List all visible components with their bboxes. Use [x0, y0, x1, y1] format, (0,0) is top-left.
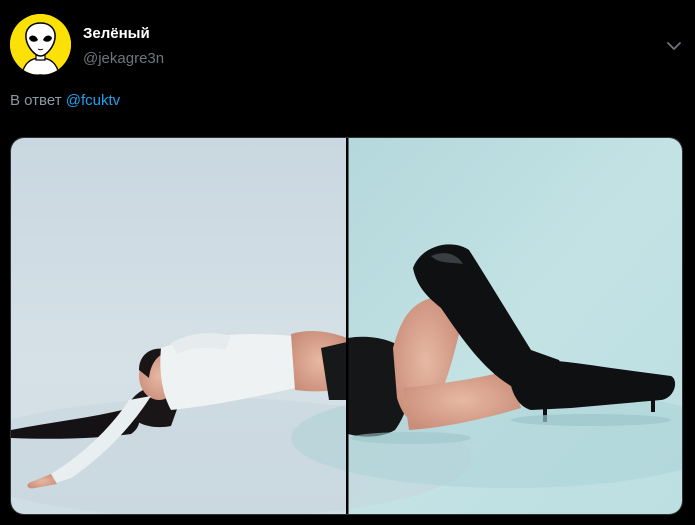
chevron-down-icon[interactable]	[664, 38, 684, 54]
reply-context: В ответ @fcuktv	[10, 91, 120, 111]
tweet: Зелёный @jekagre3n В ответ @fcuktv	[0, 0, 695, 525]
media-image	[11, 138, 682, 514]
panel-divider	[346, 138, 349, 514]
display-name[interactable]: Зелёный	[83, 25, 150, 43]
user-handle[interactable]: @jekagre3n	[83, 50, 164, 68]
alien-avatar-icon	[10, 14, 71, 75]
reply-mention-link[interactable]: @fcuktv	[66, 92, 120, 109]
user-avatar[interactable]	[10, 14, 71, 75]
reply-prefix: В ответ	[10, 92, 62, 109]
tweet-media[interactable]	[10, 137, 683, 515]
